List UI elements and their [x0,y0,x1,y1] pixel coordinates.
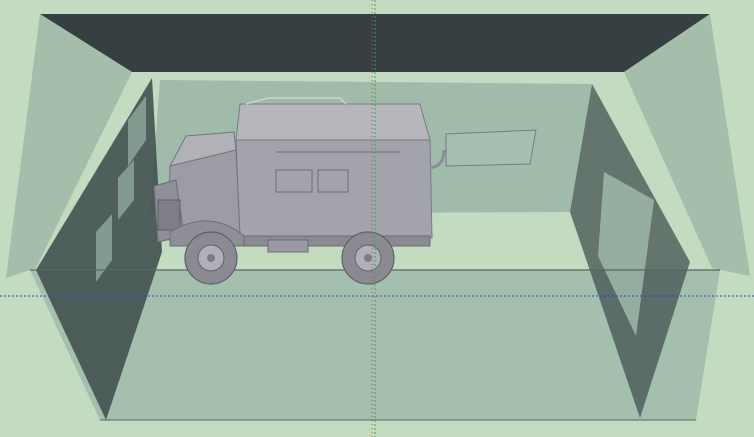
truck-rear-wheel [341,231,395,285]
garage-ceiling [40,14,710,72]
truck-cargo-box-top [235,103,431,141]
truck-cargo-box-side [235,139,433,241]
truck-fuel-tank [267,239,309,253]
truck-front-wheel [184,231,238,285]
3d-scene[interactable] [0,0,754,437]
truck-front-grille [157,199,181,231]
back-wall-shelf [445,129,537,167]
modeling-viewport[interactable] [0,0,754,437]
